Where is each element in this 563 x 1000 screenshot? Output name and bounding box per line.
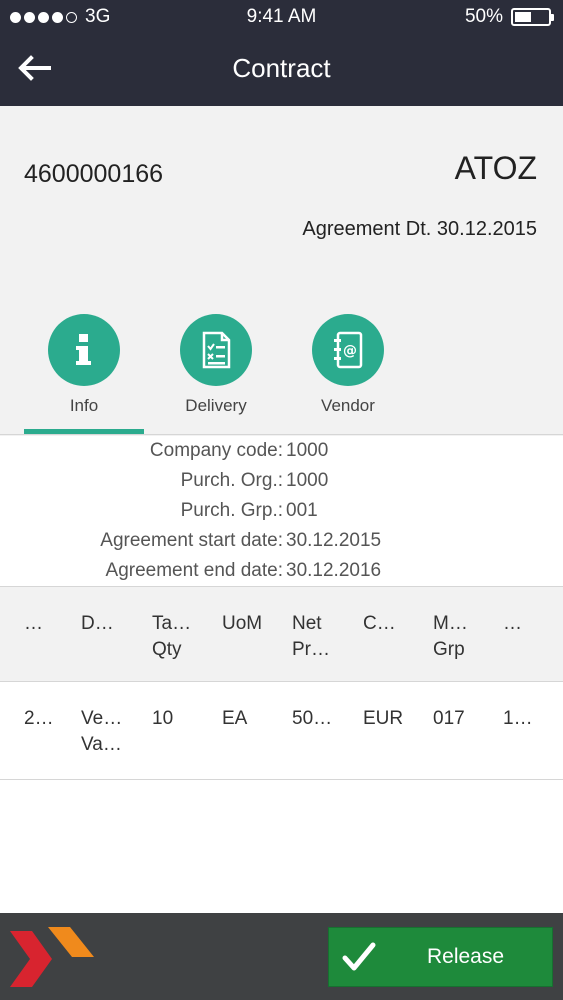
contract-number: 4600000166 <box>24 160 164 188</box>
info-value: 30.12.2016 <box>286 560 382 581</box>
info-value: 1000 <box>286 470 329 491</box>
battery-percent: 50% <box>464 6 503 27</box>
info-value: 1000 <box>286 440 329 461</box>
table-cell: 1… <box>503 708 533 729</box>
column-header[interactable]: Net Pr… <box>292 611 330 663</box>
document-checklist-icon <box>202 331 231 369</box>
battery-icon <box>511 8 554 26</box>
contract-header: 4600000166 ATOZ Agreement Dt. 30.12.2015… <box>0 106 563 436</box>
info-label: Company code: <box>149 440 283 461</box>
tab-label: Info <box>69 396 99 415</box>
info-value: 30.12.2015 <box>286 530 382 551</box>
agreement-date: Agreement Dt. 30.12.2015 <box>302 218 537 240</box>
column-header[interactable]: UoM <box>222 611 262 637</box>
info-label: Agreement end date: <box>105 560 283 581</box>
column-header[interactable]: C… <box>363 611 396 637</box>
table-cell: 10 <box>152 708 174 729</box>
tab-label: Delivery <box>185 396 247 415</box>
address-book-icon: @ <box>334 331 363 369</box>
top-bar: 3G 9:41 AM 50% Contract <box>0 0 563 106</box>
table-cell: Ve… Va… <box>81 708 123 755</box>
column-header[interactable]: … <box>24 611 43 637</box>
info-icon <box>76 334 91 365</box>
column-header[interactable]: … <box>503 611 522 637</box>
info-row: Purch. Org.: 1000 <box>0 470 563 500</box>
vendor-code: ATOZ <box>454 150 537 186</box>
table-cell: EUR <box>363 708 404 729</box>
status-bar: 3G 9:41 AM 50% <box>0 0 563 34</box>
info-row: Purch. Grp.: 001 <box>0 500 563 530</box>
column-header[interactable]: Ta… Qty <box>152 611 191 663</box>
table-cell: 2… <box>24 708 54 729</box>
column-header[interactable]: D… <box>81 611 114 637</box>
column-header[interactable]: M… Grp <box>433 611 468 663</box>
tab-bar: Info Delivery @ Vendor <box>0 312 563 436</box>
tab-info[interactable]: Info <box>24 312 144 436</box>
info-label: Purch. Org.: <box>180 470 283 491</box>
svg-text:@: @ <box>343 343 357 359</box>
release-label: Release <box>426 945 505 968</box>
table-header: … D… Ta… Qty UoM Net Pr… C… M… Grp … <box>0 586 563 682</box>
info-row: Company code: 1000 <box>0 440 563 470</box>
footer-bar: Release <box>0 913 563 1000</box>
info-details: Company code: 1000 Purch. Org.: 1000 Pur… <box>0 436 563 586</box>
release-button[interactable]: Release <box>328 927 553 987</box>
tab-delivery[interactable]: Delivery <box>156 312 276 436</box>
tab-label: Vendor <box>321 396 375 415</box>
info-value: 001 <box>286 500 318 521</box>
page-title: Contract <box>232 53 331 83</box>
brand-logo-icon <box>10 927 94 987</box>
table-cell: 017 <box>433 708 465 729</box>
checkmark-icon <box>342 942 376 971</box>
table-cell: 50… <box>292 708 333 729</box>
info-label: Purch. Grp.: <box>180 500 283 521</box>
info-row: Agreement start date: 30.12.2015 <box>0 530 563 560</box>
tab-vendor[interactable]: @ Vendor <box>288 312 408 436</box>
info-label: Agreement start date: <box>100 530 283 551</box>
table-cell: EA <box>222 708 248 729</box>
table-row[interactable]: 2… Ve… Va… 10 EA 50… EUR 017 1… <box>0 682 563 780</box>
